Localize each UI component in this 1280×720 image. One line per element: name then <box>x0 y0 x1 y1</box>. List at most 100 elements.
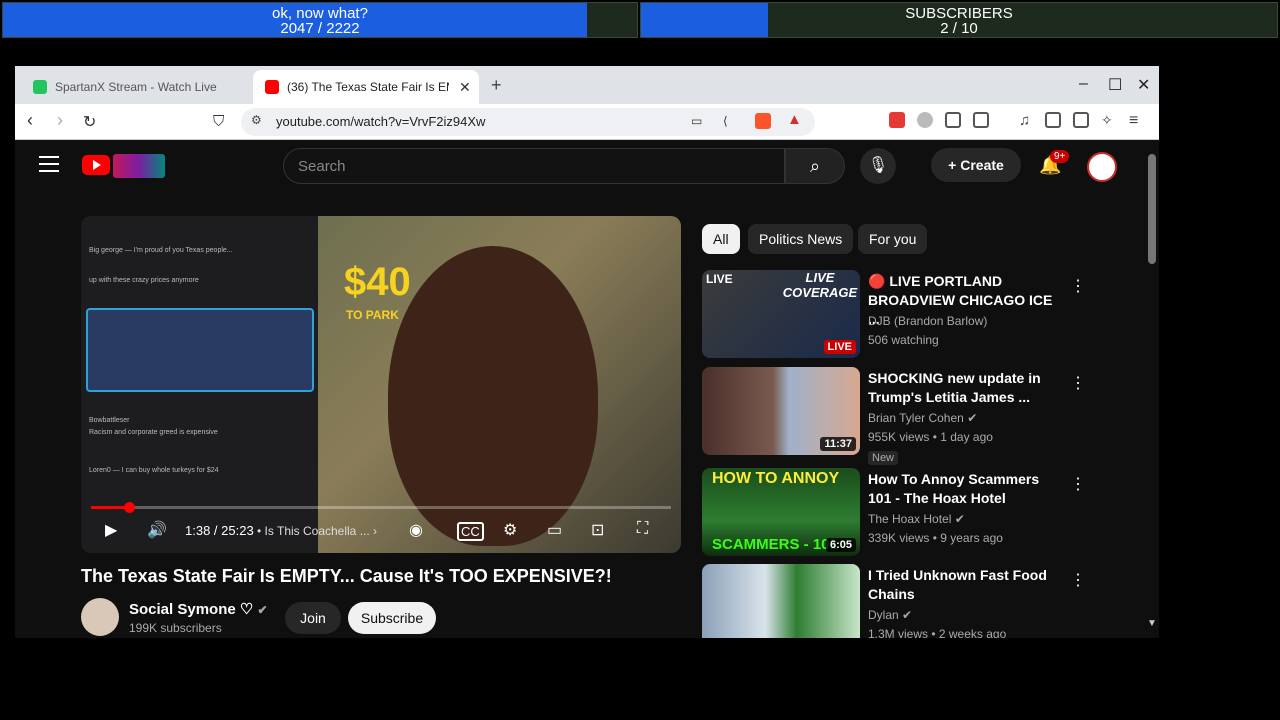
leo-ai-icon[interactable]: ✧ <box>1101 112 1117 128</box>
wallet-icon[interactable] <box>1073 112 1089 128</box>
screenshot-icon[interactable] <box>973 112 989 128</box>
verified-icon: ✔ <box>902 608 913 622</box>
search-icon: ⌕ <box>809 156 821 176</box>
bookmark-icon[interactable]: ⛉ <box>213 113 224 130</box>
chip-for-you[interactable]: For you <box>858 224 928 254</box>
volume-icon[interactable]: 🔊 <box>147 520 167 540</box>
more-options-icon[interactable]: ⋮ <box>1070 276 1086 296</box>
youtube-doodle-icon[interactable] <box>113 154 165 178</box>
close-tab-icon[interactable]: ✕ <box>459 79 471 96</box>
maximize-icon[interactable]: ☐ <box>1108 75 1122 95</box>
thumbnail-text: LIVE COVERAGE <box>782 270 858 300</box>
tab-spartanx[interactable]: SpartanX Stream - Watch Live on <box>21 70 253 104</box>
video-player[interactable]: Big george — I'm proud of you Texas peop… <box>81 216 681 553</box>
tab-youtube[interactable]: (36) The Texas State Fair Is EM ✕ <box>253 70 479 104</box>
thumbnail-text: HOW TO ANNOY <box>712 470 840 487</box>
recommendation-channel[interactable]: DJB (Brandon Barlow) <box>868 314 987 328</box>
settings-gear-icon[interactable]: ⚙ <box>503 520 517 540</box>
recommendation-channel[interactable]: Dylan ✔ <box>868 608 912 622</box>
cast-icon[interactable]: ▭ <box>691 114 702 128</box>
rewards-icon[interactable]: ▲ <box>787 111 802 128</box>
page-scrollbar[interactable] <box>1148 154 1156 264</box>
recommendation-meta: 1.3M views • 2 weeks ago <box>868 627 1007 638</box>
video-time: 1:38 / 25:23 <box>185 523 254 538</box>
price-overlay-text: $40 <box>344 260 411 304</box>
video-frame: $40 TO PARK <box>318 216 681 553</box>
youtube-favicon-icon <box>265 80 279 94</box>
channel-avatar[interactable] <box>81 598 119 636</box>
share-icon[interactable]: ⟨ <box>723 114 728 128</box>
autoplay-toggle-icon[interactable]: ◉ <box>409 520 423 540</box>
extension-circle-icon[interactable] <box>917 112 933 128</box>
theater-mode-icon[interactable]: ▭ <box>547 520 562 540</box>
music-icon[interactable]: ♫ <box>1019 112 1035 129</box>
recommendation-channel[interactable]: Brian Tyler Cohen ✔ <box>868 411 977 425</box>
create-button[interactable]: + Create <box>931 148 1021 182</box>
subscribers-label: SUBSCRIBERS 2 / 10 <box>905 5 1013 37</box>
minimize-icon[interactable]: – <box>1079 75 1088 93</box>
back-arrow-icon[interactable]: ‹ <box>27 110 33 131</box>
brave-shield-icon[interactable] <box>755 113 771 129</box>
more-options-icon[interactable]: ⋮ <box>1070 373 1086 393</box>
more-options-icon[interactable]: ⋮ <box>1070 474 1086 494</box>
recommendation-meta: 955K views • 1 day ago <box>868 430 993 444</box>
recommendation-thumbnail[interactable]: 11:37 <box>702 367 860 455</box>
voice-search-button[interactable]: 🎙 <box>860 148 896 184</box>
video-title: The Texas State Fair Is EMPTY... Cause I… <box>81 566 612 586</box>
account-avatar[interactable] <box>1087 152 1117 182</box>
site-info-icon[interactable]: ⚙ <box>251 113 262 127</box>
chip-all[interactable]: All <box>702 224 740 254</box>
video-progress-bar[interactable] <box>91 502 671 513</box>
park-overlay-text: TO PARK <box>346 308 399 322</box>
recommendation-thumbnail[interactable] <box>702 564 860 638</box>
omnibox[interactable]: ⚙ youtube.com/watch?v=VrvF2iz94Xw ▭ ⟨ ▲ <box>241 108 815 136</box>
new-badge: New <box>868 451 899 465</box>
channel-name[interactable]: Social Symone ♡ ✔ <box>129 600 268 618</box>
recommendation-item[interactable]: I Tried Unknown Fast Food Chains Dylan ✔… <box>702 564 1086 638</box>
chip-politics-news[interactable]: Politics News <box>748 224 854 254</box>
recommendation-meta: 506 watching <box>868 333 939 347</box>
channel-subscribers: 199K subscribers <box>129 621 222 635</box>
menu-icon[interactable]: ≡ <box>1129 112 1145 129</box>
verified-icon: ✔ <box>967 411 978 425</box>
recommendation-channel[interactable]: The Hoax Hotel ✔ <box>868 512 965 526</box>
reload-icon[interactable]: ↻ <box>83 112 96 132</box>
extension-record-icon[interactable] <box>889 112 905 128</box>
youtube-page: Search ⌕ 🎙 + Create 🔔 9+ Big george — I'… <box>15 140 1159 638</box>
fullscreen-icon[interactable]: ⛶ <box>637 520 648 538</box>
video-scrubber-handle[interactable] <box>123 502 135 513</box>
sidebar-toggle-icon[interactable] <box>1045 112 1061 128</box>
close-window-icon[interactable]: ✕ <box>1137 75 1150 95</box>
youtube-logo-icon[interactable] <box>82 155 110 175</box>
tab-title: (36) The Texas State Fair Is EM <box>287 80 449 94</box>
more-options-icon[interactable]: ⋮ <box>1070 570 1086 590</box>
duration-badge: 6:05 <box>825 538 856 552</box>
spartanx-favicon-icon <box>33 80 47 94</box>
duration-badge: 11:37 <box>820 437 856 451</box>
tab-bar: SpartanX Stream - Watch Live on (36) The… <box>15 66 1159 104</box>
search-input[interactable]: Search <box>283 148 785 184</box>
recommendation-thumbnail[interactable]: HOW TO ANNOY SCAMMERS - 101 6:05 <box>702 468 860 556</box>
scroll-down-icon[interactable]: ▼ <box>1147 618 1157 629</box>
hamburger-menu-icon[interactable] <box>39 156 59 177</box>
recommendation-title[interactable]: How To Annoy Scammers 101 - The Hoax Hot… <box>868 470 1058 508</box>
cast-icon[interactable]: ⊡ <box>591 520 604 540</box>
recommendation-thumbnail[interactable]: LIVE LIVE COVERAGE LIVE <box>702 270 860 358</box>
captions-icon[interactable]: CC <box>457 522 484 541</box>
forward-arrow-icon[interactable]: › <box>57 110 63 131</box>
video-chapter[interactable]: • Is This Coachella ... › <box>257 524 377 538</box>
extensions-puzzle-icon[interactable] <box>945 112 961 128</box>
recommendation-meta: 339K views • 9 years ago <box>868 531 1003 545</box>
subscribers-progress-bar: SUBSCRIBERS 2 / 10 <box>640 2 1278 38</box>
recommendation-item[interactable]: LIVE LIVE COVERAGE LIVE 🔴 LIVE PORTLAND … <box>702 270 1086 360</box>
recommendation-title[interactable]: I Tried Unknown Fast Food Chains <box>868 566 1058 604</box>
play-icon[interactable]: ▶ <box>105 520 117 540</box>
join-button[interactable]: Join <box>285 602 341 634</box>
recommendation-item[interactable]: HOW TO ANNOY SCAMMERS - 101 6:05 How To … <box>702 468 1086 558</box>
subscribe-button[interactable]: Subscribe <box>348 602 436 634</box>
search-button[interactable]: ⌕ <box>785 148 845 184</box>
new-tab-icon[interactable]: + <box>491 75 502 96</box>
recommendation-title[interactable]: SHOCKING new update in Trump's Letitia J… <box>868 369 1058 407</box>
presenter <box>388 246 598 546</box>
recommendation-item[interactable]: 11:37 SHOCKING new update in Trump's Let… <box>702 367 1086 465</box>
